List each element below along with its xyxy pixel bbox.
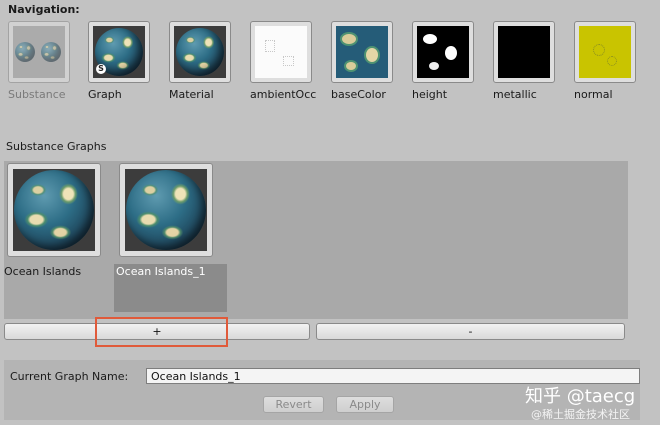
nav-thumb-graph[interactable]: S xyxy=(88,21,150,83)
basecolor-island-icon xyxy=(342,34,356,44)
ao-speck-icon xyxy=(283,56,294,66)
remove-graph-button[interactable]: - xyxy=(316,323,625,340)
nav-thumb-ambientocc[interactable] xyxy=(250,21,312,83)
nav-label-substance: Substance xyxy=(8,88,66,101)
basecolor-island-icon xyxy=(366,48,378,62)
basecolor-island-icon xyxy=(346,62,356,70)
nav-thumb-height[interactable] xyxy=(412,21,474,83)
watermark-subtext: @稀土掘金技术社区 xyxy=(531,408,630,421)
graph-preview-globe-icon xyxy=(14,170,94,250)
height-blob-icon xyxy=(429,62,439,70)
nav-label-normal: normal xyxy=(574,88,613,101)
nav-label-basecolor: baseColor xyxy=(331,88,386,101)
apply-button[interactable]: Apply xyxy=(336,396,394,413)
nav-label-height: height xyxy=(412,88,448,101)
graph-card-ocean-islands[interactable] xyxy=(7,163,101,257)
revert-button[interactable]: Revert xyxy=(263,396,324,413)
substance-sphere-icon xyxy=(15,42,35,62)
height-blob-icon xyxy=(423,34,437,44)
current-graph-name-label: Current Graph Name: xyxy=(10,370,129,383)
nav-thumb-metallic[interactable] xyxy=(493,21,555,83)
graph-card-ocean-islands-1[interactable] xyxy=(119,163,213,257)
height-blob-icon xyxy=(445,46,457,60)
nav-thumb-substance[interactable] xyxy=(8,21,70,83)
nav-label-material: Material xyxy=(169,88,214,101)
graph-label-ocean-islands-1: Ocean Islands_1 xyxy=(116,265,206,278)
nav-label-metallic: metallic xyxy=(493,88,537,101)
ao-speck-icon xyxy=(265,40,275,52)
substance-graphs-title: Substance Graphs xyxy=(6,140,107,153)
navigation-title: Navigation: xyxy=(8,3,80,16)
substance-sphere-icon xyxy=(41,42,61,62)
material-globe-icon xyxy=(176,28,224,76)
graph-preview-globe-icon xyxy=(126,170,206,250)
graph-label-ocean-islands: Ocean Islands xyxy=(4,265,82,278)
substance-badge-icon: S xyxy=(96,64,106,74)
watermark: 知乎 @taecg xyxy=(525,386,636,407)
normal-detail-icon xyxy=(593,44,605,56)
nav-thumb-normal[interactable] xyxy=(574,21,636,83)
nav-thumb-material[interactable] xyxy=(169,21,231,83)
nav-label-graph: Graph xyxy=(88,88,122,101)
nav-thumb-basecolor[interactable] xyxy=(331,21,393,83)
normal-detail-icon xyxy=(607,56,617,66)
add-button-highlight xyxy=(95,317,228,347)
nav-label-ambientocc: ambientOcc xyxy=(250,88,317,101)
